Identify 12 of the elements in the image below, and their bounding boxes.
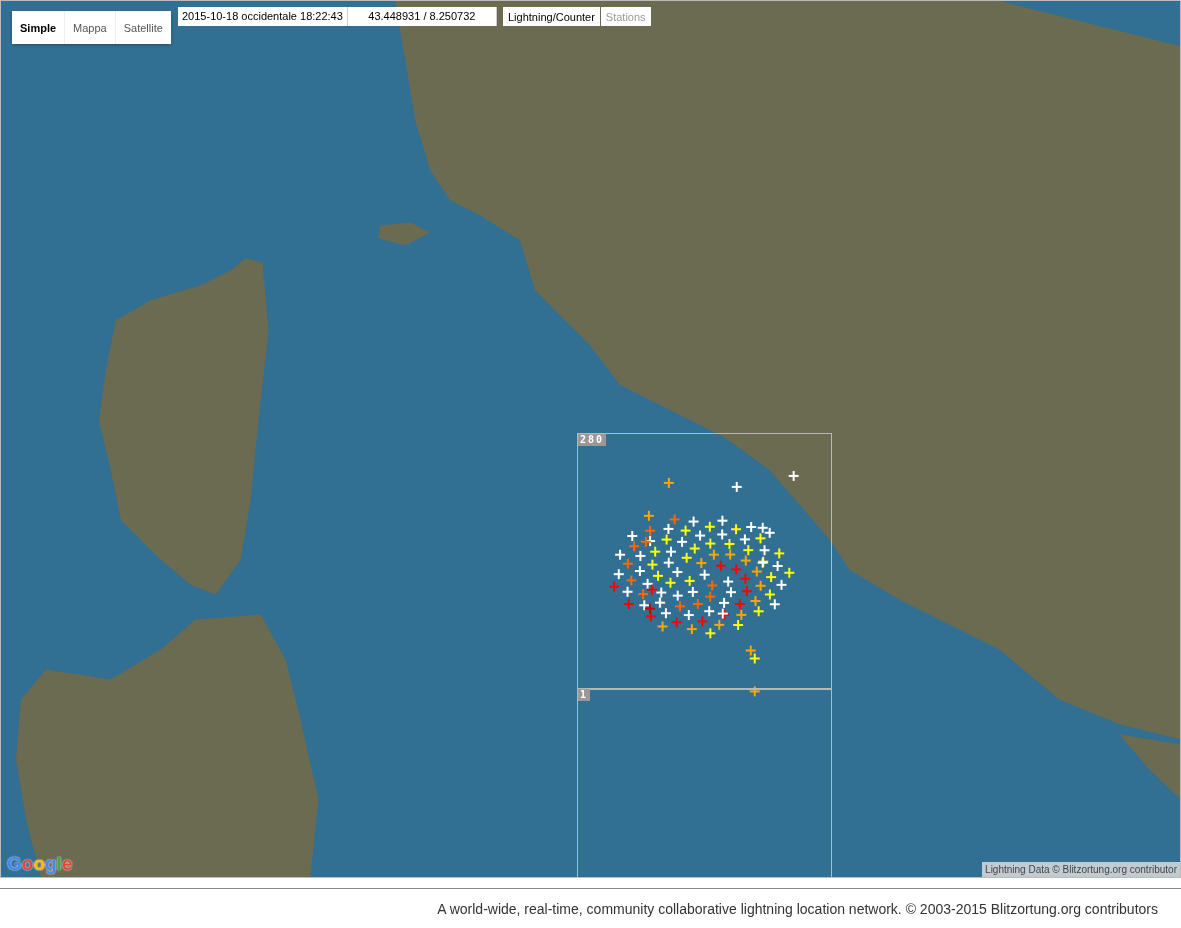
footer-text: A world-wide, real-time, community collaborative lightning location network. © 2003-2015 Blitzortung.org contributors — [437, 901, 1158, 917]
datetime-field: 2015-10-18 occidentale 18:22:43 — [178, 7, 348, 26]
map-logo: Google — [7, 853, 73, 875]
map-type-tab[interactable]: Simple — [12, 11, 66, 44]
map[interactable]: 280 1 Simple Mappa Satellite 2015-10-18 occidentale 18:22:43 43.448931 / 8.250732 Lightning/Counter Stations Google Lightning Data © Blitzortung.org contributor — [0, 0, 1181, 878]
coordinates-field: 43.448931 / 8.250732 — [347, 7, 497, 26]
map-attribution: Lightning Data © Blitzortung.org contributor — [982, 862, 1180, 877]
map-type-tab[interactable]: Satellite — [115, 11, 171, 44]
strike-count: 280 — [578, 434, 607, 446]
layer-tab[interactable]: Lightning/Counter — [503, 7, 600, 26]
map-type-tab[interactable]: Mappa — [65, 11, 116, 44]
strike-count: 1 — [578, 689, 591, 701]
